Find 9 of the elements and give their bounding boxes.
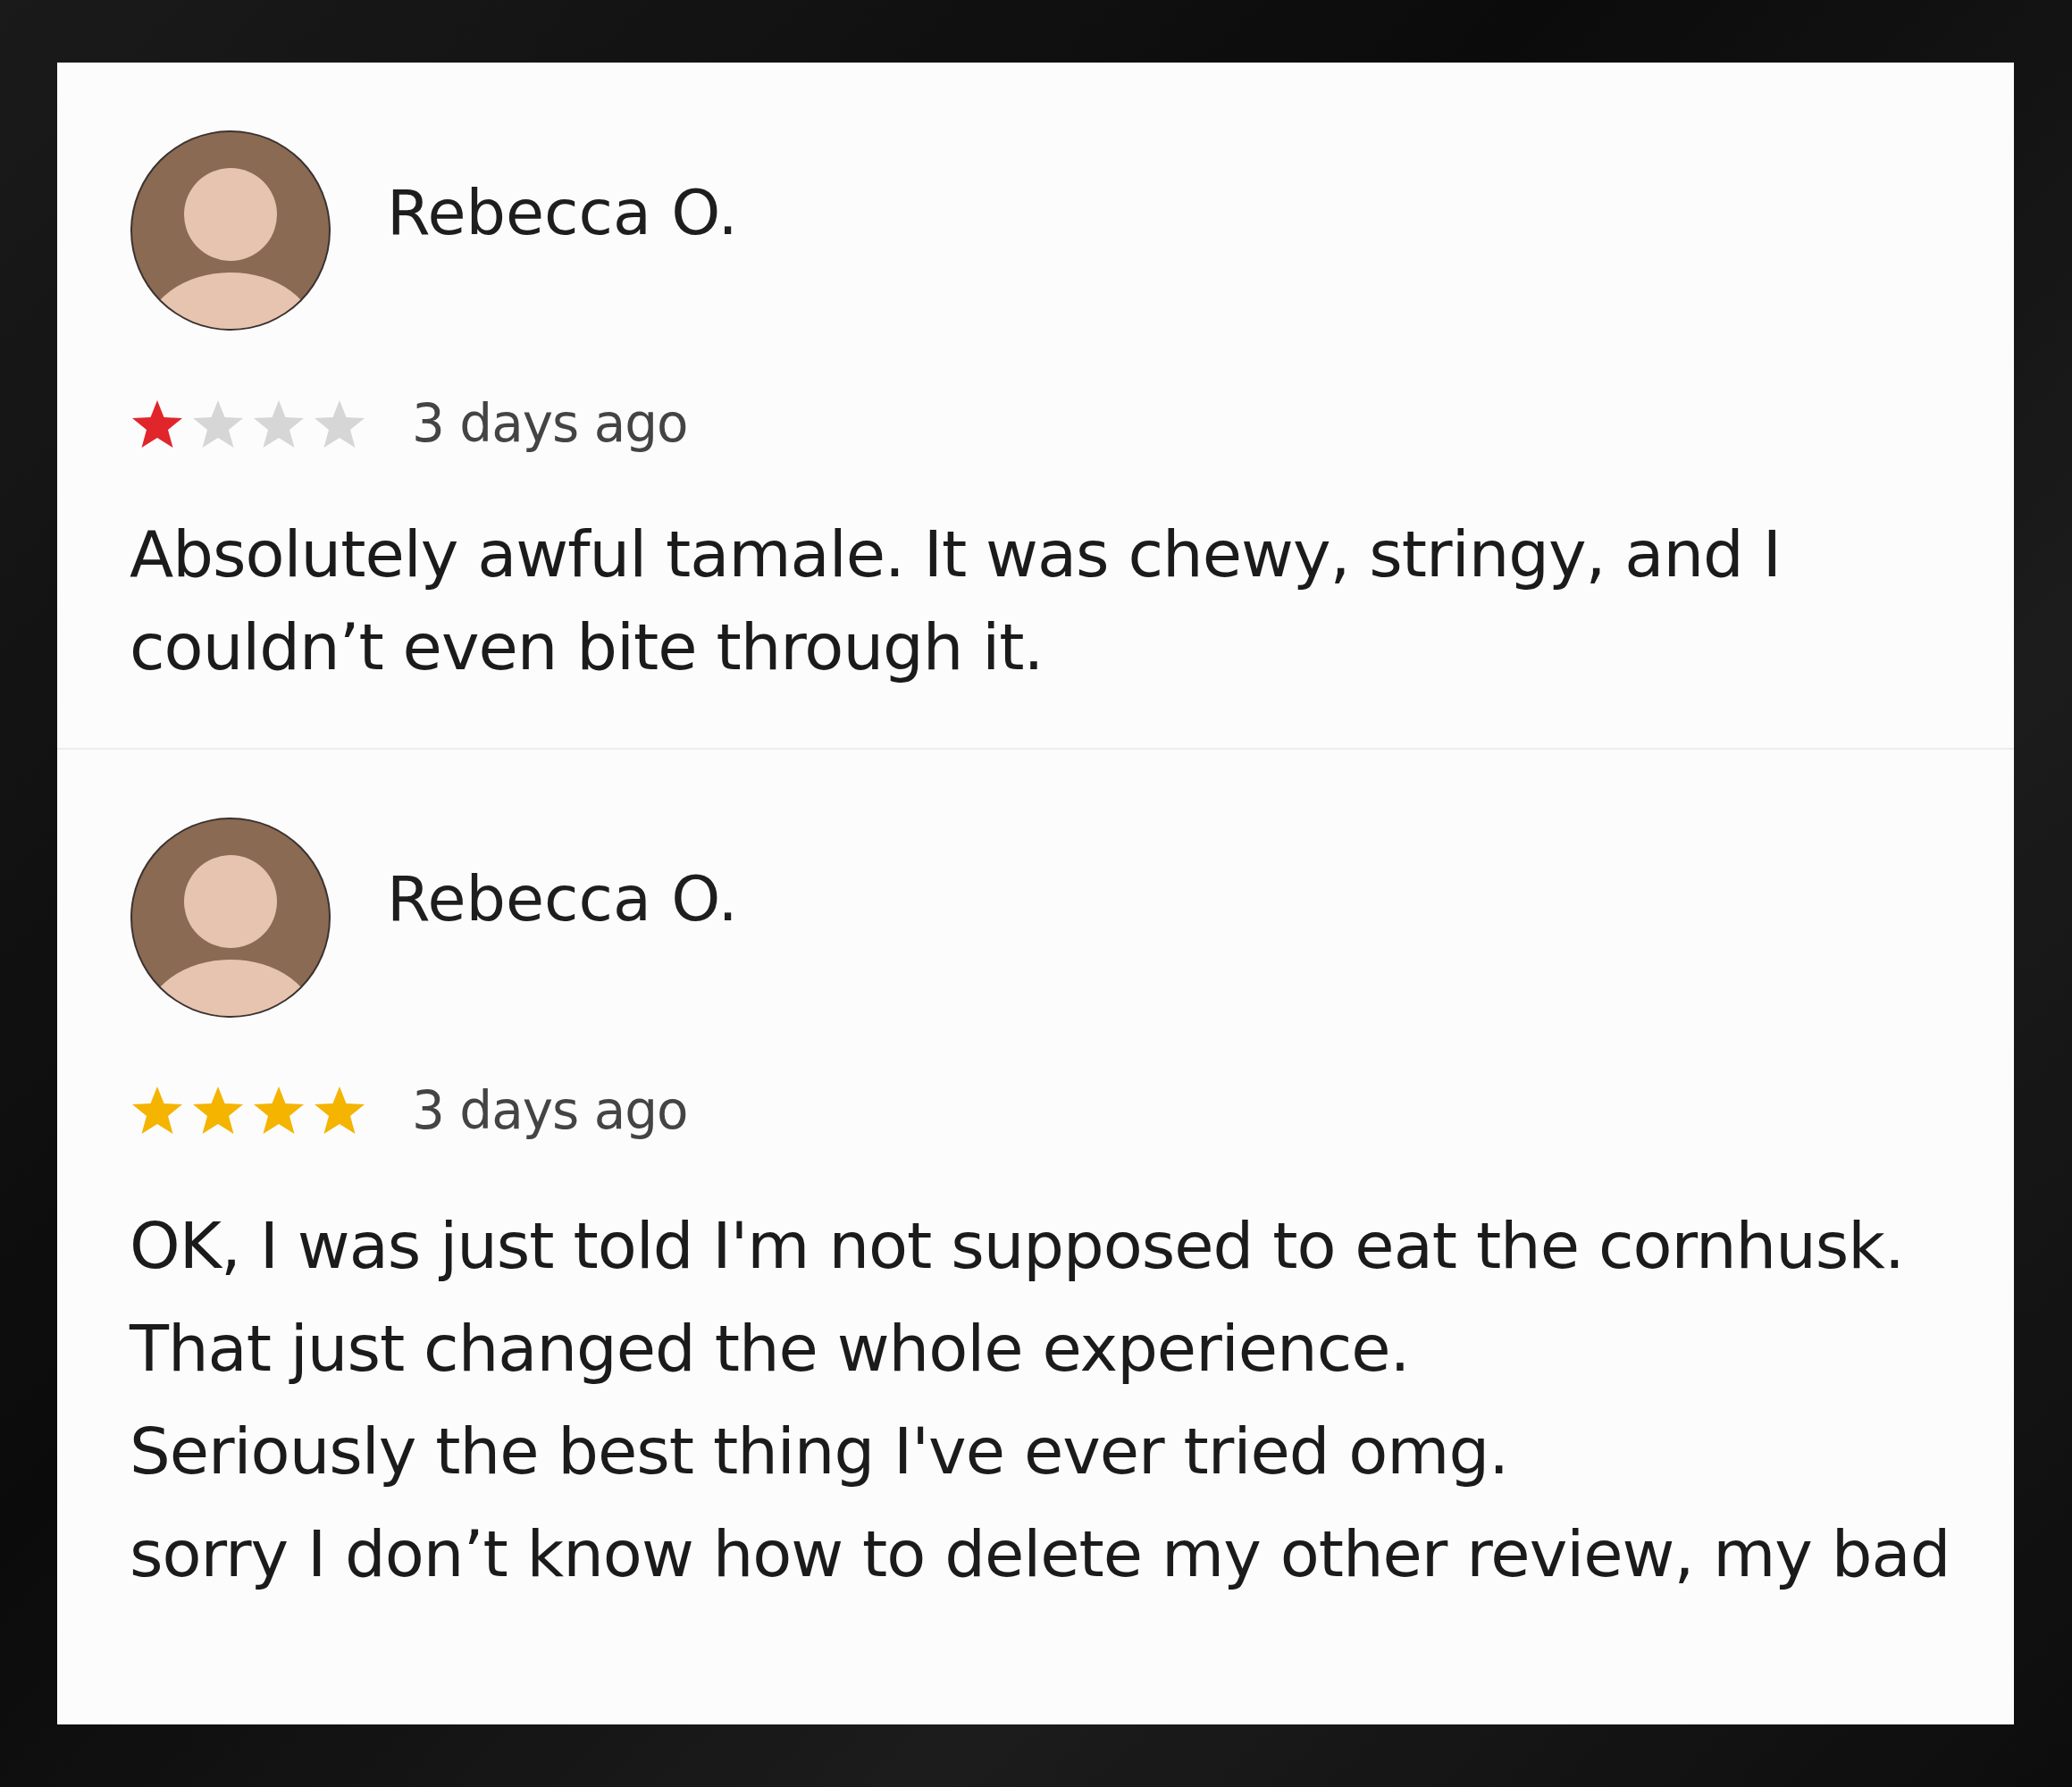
review-text: sorry I don’t know how to delete my other review, my bad	[130, 1515, 1951, 1594]
reviewer-name: Rebecca O.	[387, 861, 738, 938]
reviewer-name: Rebecca O.	[387, 174, 738, 251]
review-text: That just changed the whole experience.	[130, 1309, 1411, 1388]
review-text: Seriously the best thing I've ever tried omg.	[130, 1413, 1510, 1491]
review-text: OK, I was just told I'm not supposed to eat the cornhusk.	[130, 1206, 1905, 1285]
review-time: 3 days ago	[412, 1078, 688, 1143]
review-time: 3 days ago	[412, 392, 688, 456]
review-text: Absolutely awful tamale. It was chewy, stringy, and I couldn’t even bite through it.	[130, 516, 1782, 687]
